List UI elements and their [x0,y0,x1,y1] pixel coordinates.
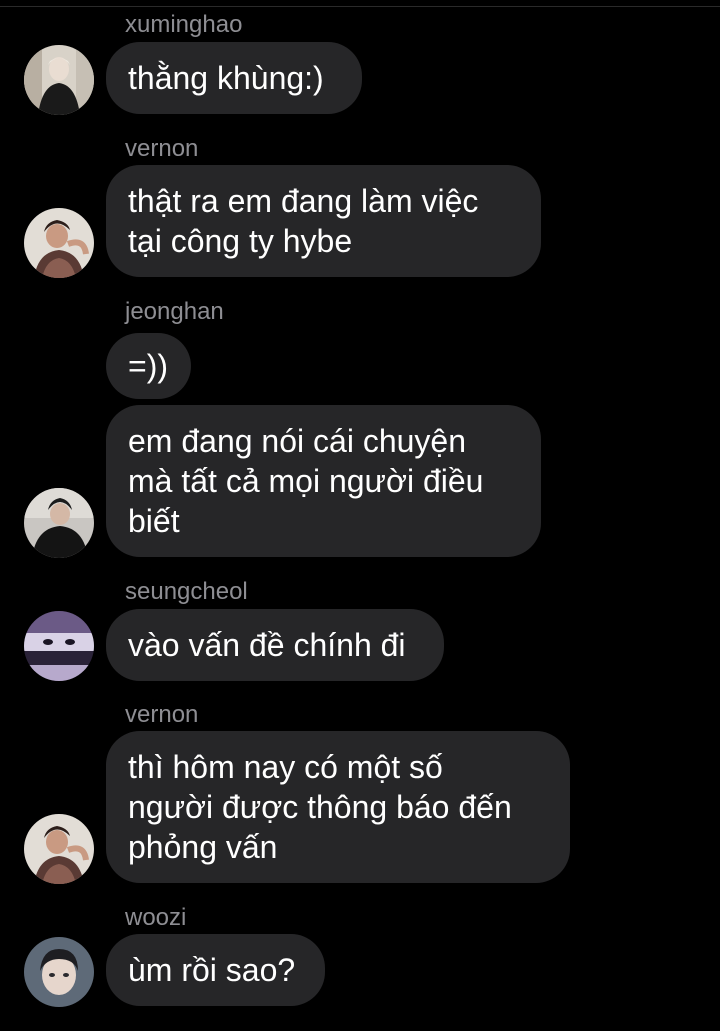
message-bubble[interactable]: thì hôm nay có một số người được thông b… [106,731,570,883]
sender-name: jeonghan [125,298,224,325]
message-text: vào vấn đề chính đi [128,627,406,663]
top-divider [0,6,720,7]
message-text: thật ra em đang làm việc tại công ty hyb… [128,183,479,259]
avatar-jeonghan[interactable] [24,488,94,558]
avatar-woozi[interactable] [24,937,94,1007]
message-bubble[interactable]: ùm rồi sao? [106,934,325,1006]
message-bubble[interactable]: thằng khùng:) [106,42,362,114]
message-bubble[interactable]: em đang nói cái chuyện mà tất cả mọi ngư… [106,405,541,557]
message-text: =)) [128,348,168,384]
message-text: thì hôm nay có một số người được thông b… [128,749,512,865]
sender-name: xuminghao [125,11,243,38]
avatar-xuminghao[interactable] [24,45,94,115]
message-text: ùm rồi sao? [128,952,296,988]
sender-name: vernon [125,135,199,162]
sender-name: woozi [125,904,187,931]
avatar-seungcheol[interactable] [24,611,94,681]
message-bubble[interactable]: =)) [106,333,191,399]
avatar-vernon[interactable] [24,814,94,884]
message-text: em đang nói cái chuyện mà tất cả mọi ngư… [128,423,484,539]
message-text: thằng khùng:) [128,60,324,96]
message-bubble[interactable]: thật ra em đang làm việc tại công ty hyb… [106,165,541,277]
message-bubble[interactable]: vào vấn đề chính đi [106,609,444,681]
sender-name: seungcheol [125,578,248,605]
sender-name: vernon [125,701,199,728]
avatar-vernon[interactable] [24,208,94,278]
